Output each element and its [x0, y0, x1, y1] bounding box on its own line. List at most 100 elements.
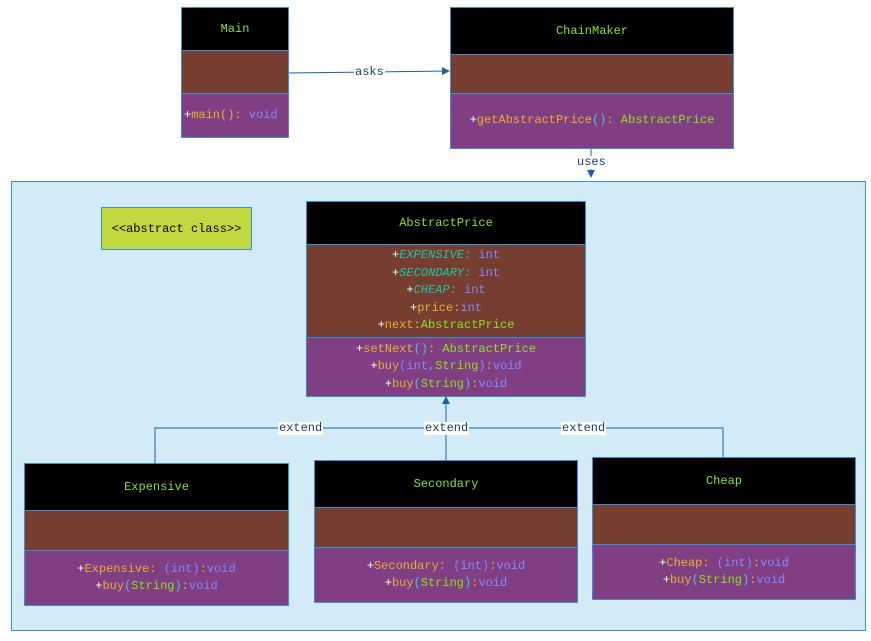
operation-token: String — [131, 579, 175, 593]
operation-token: Cheap: — [666, 555, 717, 570]
extend-label: extend — [561, 421, 607, 435]
attribute-section — [451, 54, 733, 93]
operation-token: buy — [391, 576, 414, 590]
uses-label: uses — [576, 155, 607, 169]
operation-token: : — [428, 341, 443, 356]
operation[interactable]: +Secondary: (int):void — [367, 558, 525, 576]
class-header: Main — [182, 8, 288, 50]
operation[interactable]: +buy(String):void — [385, 376, 507, 394]
class-name: ChainMaker — [555, 24, 628, 38]
operation-token: + — [469, 113, 477, 128]
attribute[interactable]: +next:AbstractPrice — [378, 317, 515, 335]
operation-token: void — [756, 573, 786, 587]
operation-token: Expensive: — [84, 561, 164, 576]
class-expensive[interactable]: Expensive +Expensive: (int):void +buy(Stri… — [24, 463, 289, 606]
operation-section: +setNext(): AbstractPrice +buy(int,String… — [307, 337, 585, 396]
attribute-token: price: — [417, 300, 461, 315]
operation-token: String — [420, 376, 464, 391]
operation[interactable]: +buy(int,String):void — [370, 358, 521, 376]
class-header: Cheap — [593, 458, 855, 504]
attribute-section — [593, 504, 855, 544]
class-abstractprice[interactable]: AbstractPrice +EXPENSIVE: int +SECONDARY: … — [306, 201, 586, 397]
attribute-token: + — [406, 283, 414, 298]
attribute-section — [315, 507, 577, 547]
operation-section: +getAbstractPrice(): AbstractPrice — [451, 93, 733, 148]
operation-token: () — [413, 341, 428, 356]
attribute[interactable]: +price:int — [410, 300, 482, 318]
attribute-token: CHEAP: — [413, 283, 457, 298]
operation-token: : — [181, 579, 189, 593]
operation-token: ) — [174, 579, 182, 593]
class-name: Expensive — [124, 480, 189, 494]
operation[interactable]: +setNext(): AbstractPrice — [356, 341, 536, 359]
operation-token: + — [366, 558, 374, 573]
attribute-token: int — [471, 248, 501, 263]
attribute[interactable]: +EXPENSIVE: int — [392, 247, 500, 265]
operation-token: () — [220, 107, 235, 122]
operation-token: + — [662, 573, 670, 587]
attribute-section — [182, 50, 288, 93]
operation-token: : — [199, 561, 207, 576]
operation-token: : — [485, 359, 493, 374]
operation-token: getAbstractPrice — [476, 113, 592, 128]
operation-token: void — [760, 555, 789, 570]
operation-token: ( — [691, 573, 699, 587]
operation[interactable]: +Expensive: (int):void — [77, 561, 235, 579]
class-header: Expensive — [25, 464, 288, 510]
operation-token: void — [248, 107, 278, 122]
attribute[interactable]: +SECONDARY: int — [392, 265, 500, 283]
operation-token: (int) — [163, 561, 200, 576]
operation[interactable]: +getAbstractPrice(): AbstractPrice — [470, 112, 715, 130]
operation-token: ) — [478, 359, 486, 374]
operation-token: buy — [669, 573, 692, 587]
operation-token: AbstractPrice — [620, 113, 715, 128]
operation-token: ( — [413, 376, 421, 391]
extend-label: extend — [424, 421, 470, 435]
attribute-token: int — [460, 300, 483, 315]
operation-token: : — [752, 555, 761, 570]
operation-token: (int) — [716, 555, 753, 570]
operation-token: ( — [413, 576, 421, 590]
operation[interactable]: +Cheap: (int):void — [659, 555, 789, 573]
operation-token: void — [492, 359, 522, 374]
operation-token: + — [370, 359, 378, 374]
operation-token: AbstractPrice — [442, 341, 537, 356]
class-chainmaker[interactable]: ChainMaker +getAbstractPrice(): AbstractP… — [450, 7, 734, 149]
class-secondary[interactable]: Secondary +Secondary: (int):void +buy(Stri… — [314, 460, 578, 603]
operation-token: setNext — [363, 341, 414, 356]
operation[interactable]: +buy(String):void — [663, 572, 785, 590]
class-header: Secondary — [315, 461, 577, 507]
operation-section: +Cheap: (int):void +buy(String):void — [593, 544, 855, 599]
class-header: ChainMaker — [451, 8, 733, 54]
operation[interactable]: +main(): void — [184, 107, 278, 125]
operation-token: + — [384, 576, 392, 590]
class-cheap[interactable]: Cheap +Cheap: (int):void +buy(String):void — [592, 457, 856, 600]
operation-token: : — [606, 113, 621, 128]
operation-token: + — [384, 376, 392, 391]
operation-token: void — [206, 561, 236, 576]
operation-token: String — [435, 359, 479, 374]
operation-section: +Expensive: (int):void +buy(String):void — [25, 550, 288, 605]
class-header: AbstractPrice — [307, 202, 585, 244]
attribute-token: EXPENSIVE: — [399, 248, 472, 263]
operation-token: () — [591, 113, 607, 128]
operation-token: void — [478, 376, 508, 391]
operation[interactable]: +buy(String):void — [95, 578, 217, 596]
class-name: Cheap — [705, 474, 742, 488]
operation-token: void — [496, 558, 526, 573]
class-name: Main — [220, 22, 250, 36]
attribute-token: next: — [384, 318, 421, 333]
class-main[interactable]: Main +main(): void — [181, 7, 289, 138]
attribute-token: AbstractPrice — [420, 318, 515, 333]
extend-label: extend — [278, 421, 324, 435]
operation[interactable]: +buy(String):void — [385, 575, 507, 593]
attribute-section: +EXPENSIVE: int +SECONDARY: int +CHEAP: in… — [307, 244, 585, 337]
operation-section: +Secondary: (int):void +buy(String):void — [315, 547, 577, 602]
operation-section: +main(): void — [182, 93, 288, 137]
operation-token: (int, — [399, 359, 436, 374]
attribute-token: SECONDARY: — [399, 265, 472, 280]
class-name: Secondary — [413, 477, 479, 491]
operation-token: Secondary: — [373, 558, 454, 573]
operation-token: main — [191, 107, 221, 122]
attribute[interactable]: +CHEAP: int — [406, 282, 485, 300]
